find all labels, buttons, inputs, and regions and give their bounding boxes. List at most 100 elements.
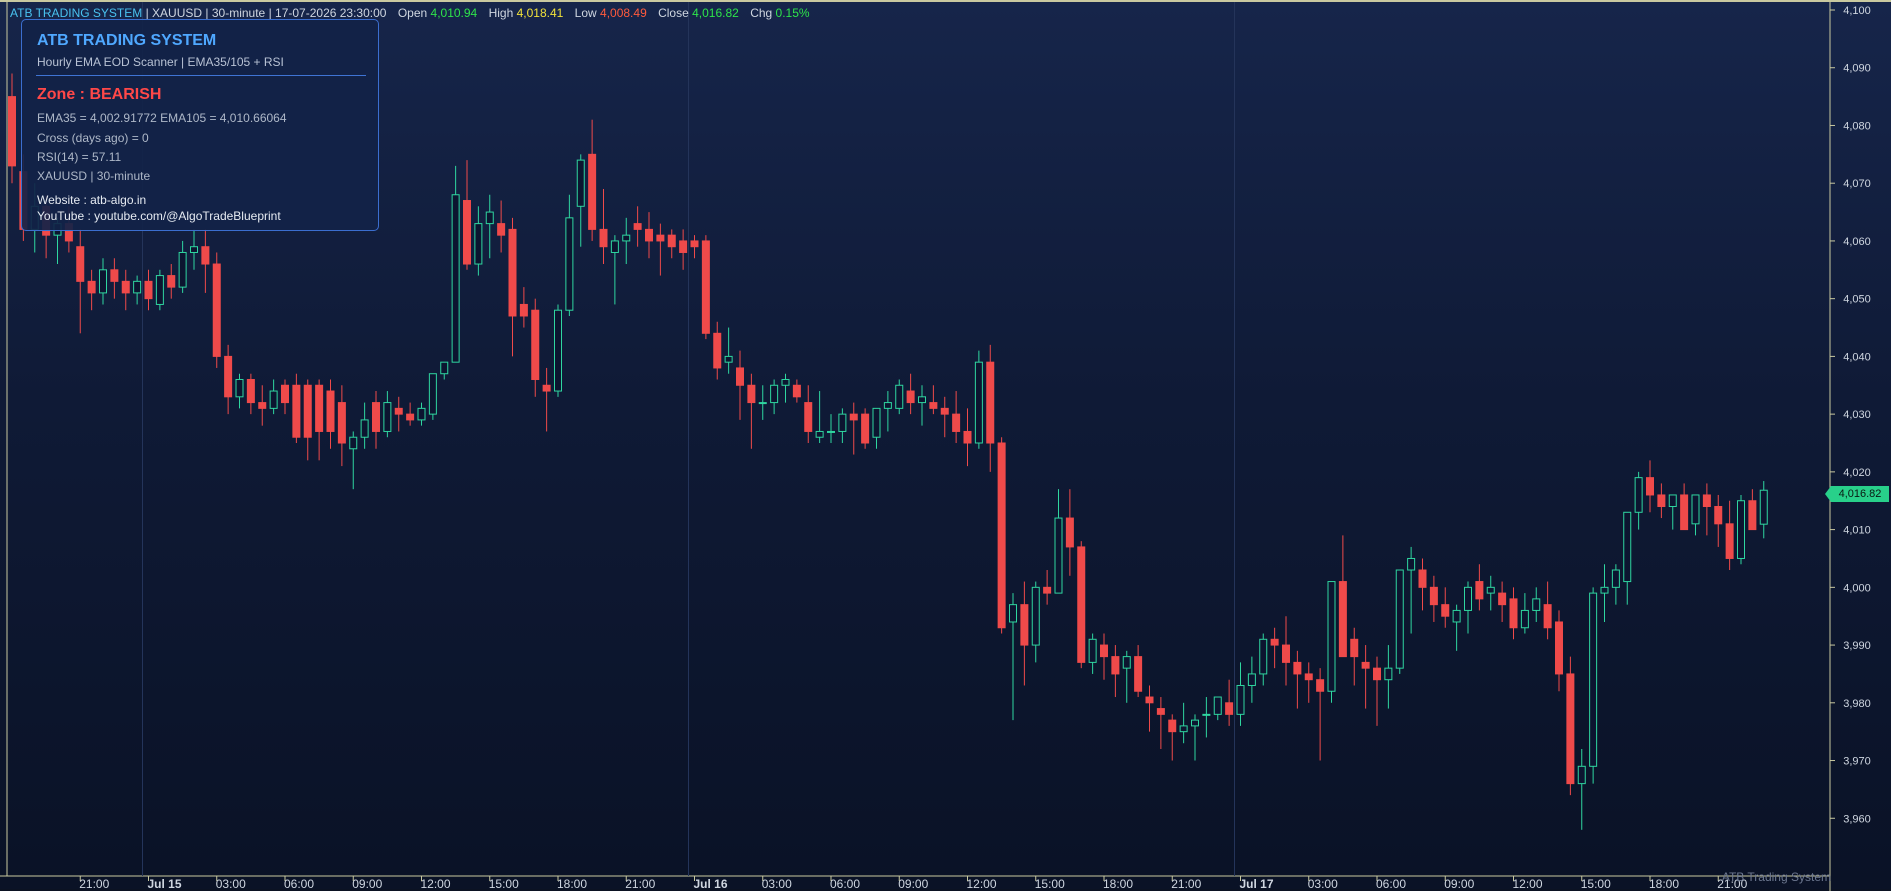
candle-body-up	[565, 217, 574, 311]
info-panel: ATB TRADING SYSTEM Hourly EMA EOD Scanne…	[21, 19, 379, 231]
candle-body-down	[110, 269, 119, 282]
candle-body-up	[1668, 494, 1677, 508]
candle-body-down	[1293, 661, 1302, 675]
candle-body-up	[1691, 494, 1700, 525]
chart-area[interactable]: 3,960 3,970 3,980 3,990 4,000 4,010 4,020 4,030…	[0, 0, 1891, 891]
open-value: 4,010.94	[430, 6, 478, 20]
candle-body-down	[144, 280, 153, 300]
candle-body-up	[383, 402, 392, 432]
y-tick-label: 4,100	[1843, 5, 1871, 17]
candle-body-up	[1191, 719, 1199, 727]
candle-body-down	[1156, 708, 1165, 715]
candle-body-down	[1680, 494, 1689, 531]
low-label: Low	[574, 6, 597, 20]
candle-body-up	[1577, 765, 1586, 785]
candle-body-down	[667, 234, 676, 248]
candle-body-up	[1202, 713, 1211, 716]
candle-body-up	[554, 309, 562, 392]
low-value: 4,008.49	[600, 6, 647, 20]
candle-body-down	[1725, 523, 1734, 559]
candle-body-up	[1589, 592, 1598, 767]
candle-body-down	[906, 390, 915, 404]
candle-body-down	[1748, 500, 1757, 531]
candle-body-down	[963, 430, 972, 444]
candle-body-down	[292, 384, 301, 438]
candle-body-up	[1520, 609, 1529, 629]
candle-body-down	[645, 228, 653, 242]
y-tick-label: 4,020	[1843, 467, 1871, 479]
candle-body-down	[679, 240, 688, 253]
candle-body-down	[1429, 586, 1438, 606]
candle-body-down	[1498, 592, 1507, 606]
candle-body-down	[531, 309, 540, 380]
ohlc-header: ATB TRADING SYSTEM | XAUUSD | 30-minute …	[10, 6, 810, 20]
candle-body-down	[1441, 604, 1450, 617]
candle-body-down	[1282, 644, 1290, 663]
candle-body-up	[576, 159, 585, 207]
header-timeframe: 30-minute	[211, 6, 266, 20]
y-tick-label: 4,080	[1843, 120, 1871, 132]
candle-body-up	[269, 390, 278, 409]
candle-body-up	[1031, 586, 1040, 646]
candle-body-up	[190, 246, 198, 253]
candle-body-up	[872, 407, 881, 438]
candle-body-up	[1088, 638, 1097, 663]
candle-body-down	[406, 413, 415, 421]
candle-body-down	[1350, 638, 1359, 658]
y-tick-label: 4,000	[1843, 582, 1871, 594]
candle-body-down	[303, 384, 312, 438]
candle-body-up	[1737, 500, 1745, 559]
header-datetime: 17-07-2026 23:30:00	[275, 6, 387, 20]
candle-body-down	[747, 384, 756, 404]
candle-body-down	[1714, 506, 1723, 525]
candle-body-down	[1100, 644, 1108, 658]
candle-body-up	[770, 384, 779, 404]
candle-body-down	[952, 413, 961, 432]
candle-body-down	[1566, 673, 1575, 785]
candle-body-up	[485, 211, 494, 225]
candle-body-down	[224, 355, 233, 398]
candle-body-up	[1452, 609, 1461, 623]
close-value: 4,016.82	[692, 6, 739, 20]
candle-body-down	[1509, 598, 1518, 629]
candle-body-up	[1532, 598, 1541, 611]
candle-body-down	[337, 402, 346, 444]
candle-body-down	[736, 367, 744, 386]
candle-body-down	[633, 223, 642, 230]
candle-body-up	[1122, 656, 1131, 669]
candle-body-up	[99, 269, 107, 294]
candle-body-down	[1111, 656, 1120, 675]
candle-body-down	[701, 240, 710, 334]
last-price-tag: 4,016.82	[1825, 486, 1889, 502]
candle-body-down	[1361, 661, 1370, 669]
candle-body-up	[1327, 581, 1336, 692]
high-label: High	[488, 6, 514, 20]
website-link[interactable]: Website : atb-algo.in	[37, 193, 146, 207]
candle-body-up	[1213, 696, 1222, 715]
candle-body-down	[76, 246, 85, 282]
candle-body-down	[940, 407, 949, 415]
candle-body-down	[1043, 586, 1052, 594]
y-tick-label: 4,090	[1843, 63, 1871, 75]
y-tick-label: 3,970	[1843, 756, 1871, 768]
candle-body-up	[1179, 725, 1188, 733]
candle-body-down	[1657, 494, 1666, 508]
candle-body-down	[1555, 621, 1563, 675]
candle-body-up	[827, 430, 835, 433]
candle-body-up	[895, 384, 904, 409]
candle-body-down	[1077, 546, 1086, 663]
candle-body-down	[804, 402, 813, 432]
candle-body-up	[155, 275, 164, 305]
candle-body-up	[1407, 557, 1416, 571]
candle-body-up	[1759, 489, 1768, 525]
candle-body-up	[974, 361, 983, 444]
rsi-value: RSI(14) = 57.11	[37, 150, 122, 164]
candle-body-up	[1611, 569, 1620, 588]
high-value: 4,018.41	[516, 6, 564, 20]
youtube-link[interactable]: YouTube : youtube.com/@AlgoTradeBlueprin…	[37, 209, 281, 223]
candle-body-up	[918, 396, 926, 404]
header-system: ATB TRADING SYSTEM	[10, 6, 143, 20]
watermark: ATB Trading System	[1721, 870, 1831, 884]
candle-body-down	[201, 246, 210, 265]
candle-body-down	[849, 413, 858, 421]
